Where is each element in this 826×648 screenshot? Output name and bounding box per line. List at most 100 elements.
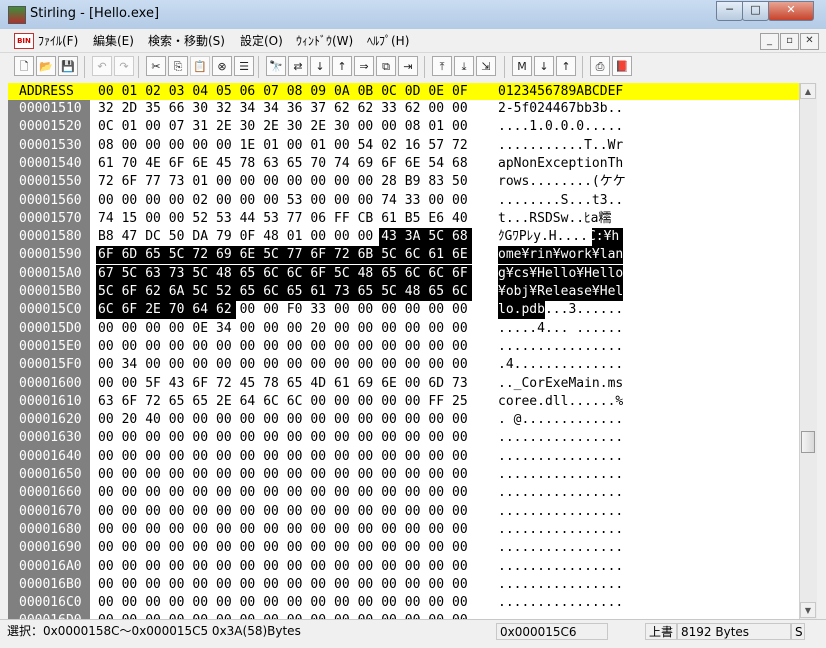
hex-byte[interactable]: 00 xyxy=(428,576,444,594)
hex-byte[interactable]: 00 xyxy=(192,338,208,356)
hex-byte[interactable]: 0E xyxy=(192,320,208,338)
hex-byte[interactable]: 00 xyxy=(169,338,185,356)
hex-byte[interactable]: 00 xyxy=(145,558,161,576)
hex-byte[interactable]: 00 xyxy=(169,210,185,228)
mark-icon[interactable]: M xyxy=(512,56,532,76)
hex-byte[interactable]: 00 xyxy=(452,612,468,619)
hex-byte[interactable]: 00 xyxy=(381,503,397,521)
hex-byte[interactable]: 00 xyxy=(381,301,397,319)
hex-byte[interactable]: 30 xyxy=(287,118,303,136)
hex-byte[interactable]: 00 xyxy=(358,173,374,191)
hex-byte[interactable]: 00 xyxy=(358,576,374,594)
hex-byte[interactable]: 00 xyxy=(452,100,468,118)
hex-byte[interactable]: 00 xyxy=(122,192,138,210)
hex-byte[interactable]: 00 xyxy=(334,539,350,557)
hex-byte[interactable]: 00 xyxy=(428,429,444,447)
hex-byte[interactable]: 40 xyxy=(145,411,161,429)
hex-byte[interactable]: 00 xyxy=(263,192,279,210)
hex-byte[interactable]: 00 xyxy=(122,521,138,539)
hex-byte[interactable]: 00 xyxy=(216,612,232,619)
hex-byte[interactable]: 68 xyxy=(452,155,468,173)
hex-byte[interactable]: 00 xyxy=(287,448,303,466)
hex-byte[interactable]: 6F xyxy=(310,265,326,283)
hex-byte[interactable]: 00 xyxy=(145,503,161,521)
hex-byte[interactable]: 2D xyxy=(122,100,138,118)
hex-byte[interactable]: 00 xyxy=(287,338,303,356)
hex-byte[interactable]: 77 xyxy=(287,210,303,228)
hex-row[interactable]: 00001620 00 20 40 00 00 00 00 00 00 00 00 00 00 00 00 00… xyxy=(8,411,799,429)
hex-byte[interactable]: 00 xyxy=(381,612,397,619)
hex-byte[interactable]: 4E xyxy=(145,155,161,173)
minimize-button[interactable]: ─ xyxy=(716,1,743,21)
hex-byte[interactable]: 00 xyxy=(192,137,208,155)
hex-byte[interactable]: 07 xyxy=(169,118,185,136)
hex-byte[interactable]: 6C xyxy=(263,283,279,301)
mdi-minimize-button[interactable]: _ xyxy=(760,33,779,50)
hex-byte[interactable]: 00 xyxy=(334,429,350,447)
hex-byte[interactable]: 00 xyxy=(428,521,444,539)
hex-byte[interactable]: 5C xyxy=(381,283,397,301)
new-file-icon[interactable]: 🗋 xyxy=(14,56,34,76)
hex-byte[interactable]: 28 xyxy=(381,173,397,191)
hex-byte[interactable]: 65 xyxy=(358,283,374,301)
hex-byte[interactable]: 65 xyxy=(192,393,208,411)
hex-byte[interactable]: 00 xyxy=(192,429,208,447)
hex-row[interactable]: 000015F0 00 34 00 00 00 00 00 00 00 00 00 00 00 00 00 00… xyxy=(8,356,799,374)
insert-down-icon[interactable]: ⤓ xyxy=(454,56,474,76)
hex-byte[interactable]: 00 xyxy=(381,448,397,466)
row-text[interactable]: ................ xyxy=(498,539,623,557)
hex-byte[interactable]: 77 xyxy=(145,173,161,191)
row-text[interactable]: ...........T..Wr xyxy=(498,137,623,155)
hex-byte[interactable]: 00 xyxy=(145,137,161,155)
hex-byte[interactable]: 00 xyxy=(169,594,185,612)
hex-byte[interactable]: 5C xyxy=(122,265,138,283)
row-text[interactable]: ome¥rin¥work¥lan xyxy=(498,246,623,264)
row-text[interactable]: ................ xyxy=(498,576,623,594)
hex-byte[interactable]: 00 xyxy=(310,539,326,557)
row-text[interactable]: lo.pdb...3...... xyxy=(498,301,623,319)
hex-byte[interactable]: 00 xyxy=(145,192,161,210)
row-text[interactable]: ................ xyxy=(498,429,623,447)
hex-byte[interactable]: 33 xyxy=(310,301,326,319)
hex-byte[interactable]: 00 xyxy=(287,137,303,155)
hex-byte[interactable]: 00 xyxy=(240,192,256,210)
hex-byte[interactable]: 00 xyxy=(310,228,326,246)
hex-byte[interactable]: 00 xyxy=(381,466,397,484)
hex-row[interactable]: 000016D0 00 00 00 00 00 00 00 00 00 00 00 00 00 00 00 00… xyxy=(8,612,799,619)
hex-byte[interactable]: 00 xyxy=(216,192,232,210)
hex-byte[interactable]: 5C xyxy=(263,246,279,264)
hex-byte[interactable]: 65 xyxy=(169,393,185,411)
maximize-button[interactable]: □ xyxy=(742,1,769,21)
hex-byte[interactable]: 00 xyxy=(452,320,468,338)
hex-byte[interactable]: 00 xyxy=(216,484,232,502)
hex-byte[interactable]: 00 xyxy=(452,521,468,539)
hex-byte[interactable]: 00 xyxy=(263,448,279,466)
hex-byte[interactable]: 00 xyxy=(122,576,138,594)
hex-byte[interactable]: 34 xyxy=(240,100,256,118)
hex-row[interactable]: 00001540 61 70 4E 6F 6E 45 78 63 65 70 74 69 6F 6E 54 68… xyxy=(8,155,799,173)
hex-row[interactable]: 000016A0 00 00 00 00 00 00 00 00 00 00 00 00 00 00 00 00… xyxy=(8,558,799,576)
hex-byte[interactable]: 6D xyxy=(428,375,444,393)
hex-byte[interactable]: 00 xyxy=(334,594,350,612)
hex-byte[interactable]: 00 xyxy=(358,594,374,612)
hex-byte[interactable]: 65 xyxy=(287,375,303,393)
hex-byte[interactable]: 00 xyxy=(358,393,374,411)
hex-byte[interactable]: 00 xyxy=(240,320,256,338)
print-icon[interactable]: ⎙ xyxy=(590,56,610,76)
hex-byte[interactable]: 6C xyxy=(452,283,468,301)
hex-byte[interactable]: 6E xyxy=(240,246,256,264)
hex-byte[interactable]: 00 xyxy=(381,521,397,539)
hex-byte[interactable]: 00 xyxy=(192,484,208,502)
hex-byte[interactable]: 69 xyxy=(358,375,374,393)
hex-byte[interactable]: 00 xyxy=(452,192,468,210)
hex-byte[interactable]: 00 xyxy=(240,448,256,466)
hex-byte[interactable]: 00 xyxy=(405,503,421,521)
hex-byte[interactable]: 65 xyxy=(240,283,256,301)
hex-byte[interactable]: 00 xyxy=(310,356,326,374)
hex-byte[interactable]: 50 xyxy=(169,228,185,246)
scroll-down-button[interactable]: ▼ xyxy=(800,602,816,618)
hex-byte[interactable]: 6F xyxy=(122,393,138,411)
hex-byte[interactable]: 00 xyxy=(334,301,350,319)
hex-byte[interactable]: 00 xyxy=(310,411,326,429)
hex-byte[interactable]: 00 xyxy=(169,612,185,619)
